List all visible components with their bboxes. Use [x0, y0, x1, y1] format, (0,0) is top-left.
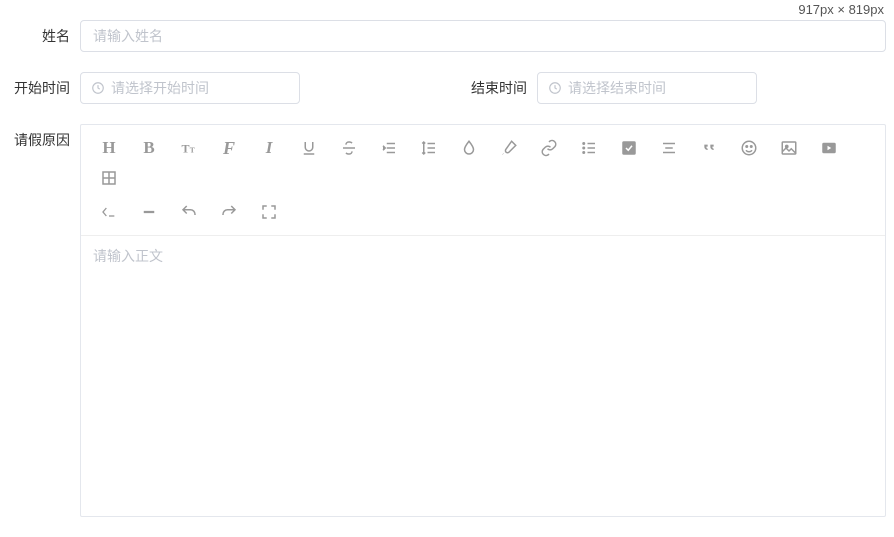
strikethrough-icon — [340, 139, 358, 157]
svg-text:T: T — [182, 142, 190, 156]
fontfamily-icon: F — [223, 138, 235, 159]
todo-icon — [620, 139, 638, 157]
highlight-button[interactable] — [489, 133, 529, 163]
color-icon — [460, 139, 478, 157]
bold-icon: B — [143, 138, 154, 158]
quote-icon — [699, 140, 719, 156]
clock-icon — [91, 81, 105, 95]
start-time-label: 开始时间 — [8, 78, 80, 98]
indent-icon — [380, 139, 398, 157]
list-button[interactable] — [569, 133, 609, 163]
end-time-group: 结束时间 请选择结束时间 — [447, 72, 886, 104]
color-button[interactable] — [449, 133, 489, 163]
redo-icon — [220, 203, 238, 221]
lineheight-button[interactable] — [409, 133, 449, 163]
heading-button[interactable]: H — [89, 133, 129, 163]
rich-text-editor: H B TT F I 请输入正文 — [80, 124, 886, 517]
link-button[interactable] — [529, 133, 569, 163]
dimension-label: 917px × 819px — [798, 2, 884, 17]
fullscreen-icon — [260, 203, 278, 221]
reason-label: 请假原因 — [8, 124, 80, 150]
time-row: 开始时间 请选择开始时间 结束时间 请选择结束时间 — [8, 72, 886, 104]
lineheight-icon — [420, 139, 438, 157]
start-time-placeholder: 请选择开始时间 — [111, 78, 209, 98]
table-icon — [100, 169, 118, 187]
emoji-button[interactable] — [729, 133, 769, 163]
editor-body[interactable]: 请输入正文 — [81, 236, 885, 516]
underline-icon — [300, 139, 318, 157]
highlight-icon — [500, 139, 518, 157]
undo-icon — [180, 203, 198, 221]
code-icon — [99, 204, 119, 220]
name-row: 姓名 — [8, 20, 886, 52]
fullscreen-button[interactable] — [249, 197, 289, 227]
link-icon — [540, 139, 558, 157]
image-button[interactable] — [769, 133, 809, 163]
italic-icon: I — [266, 138, 273, 158]
end-time-placeholder: 请选择结束时间 — [568, 78, 666, 98]
editor-toolbar: H B TT F I — [81, 125, 885, 236]
reason-row: 请假原因 H B TT F I 请输入正文 — [8, 124, 886, 517]
video-button[interactable] — [809, 133, 849, 163]
italic-button[interactable]: I — [249, 133, 289, 163]
underline-button[interactable] — [289, 133, 329, 163]
image-icon — [780, 139, 798, 157]
svg-text:T: T — [190, 146, 195, 155]
redo-button[interactable] — [209, 197, 249, 227]
indent-button[interactable] — [369, 133, 409, 163]
end-time-label: 结束时间 — [447, 78, 537, 98]
divider-button[interactable] — [129, 197, 169, 227]
start-time-group: 开始时间 请选择开始时间 — [8, 72, 447, 104]
start-time-input[interactable]: 请选择开始时间 — [80, 72, 300, 104]
bold-button[interactable]: B — [129, 133, 169, 163]
table-button[interactable] — [89, 163, 129, 193]
name-label: 姓名 — [8, 26, 80, 46]
divider-icon — [140, 203, 158, 221]
strikethrough-button[interactable] — [329, 133, 369, 163]
video-icon — [820, 139, 838, 157]
list-icon — [580, 139, 598, 157]
fontsize-icon: TT — [180, 139, 198, 157]
justify-button[interactable] — [649, 133, 689, 163]
name-input[interactable] — [80, 20, 886, 52]
quote-button[interactable] — [689, 133, 729, 163]
clock-icon — [548, 81, 562, 95]
fontsize-button[interactable]: TT — [169, 133, 209, 163]
fontfamily-button[interactable]: F — [209, 133, 249, 163]
end-time-input[interactable]: 请选择结束时间 — [537, 72, 757, 104]
code-button[interactable] — [89, 197, 129, 227]
undo-button[interactable] — [169, 197, 209, 227]
todo-button[interactable] — [609, 133, 649, 163]
justify-icon — [660, 139, 678, 157]
emoji-icon — [740, 139, 758, 157]
heading-icon: H — [102, 138, 115, 158]
